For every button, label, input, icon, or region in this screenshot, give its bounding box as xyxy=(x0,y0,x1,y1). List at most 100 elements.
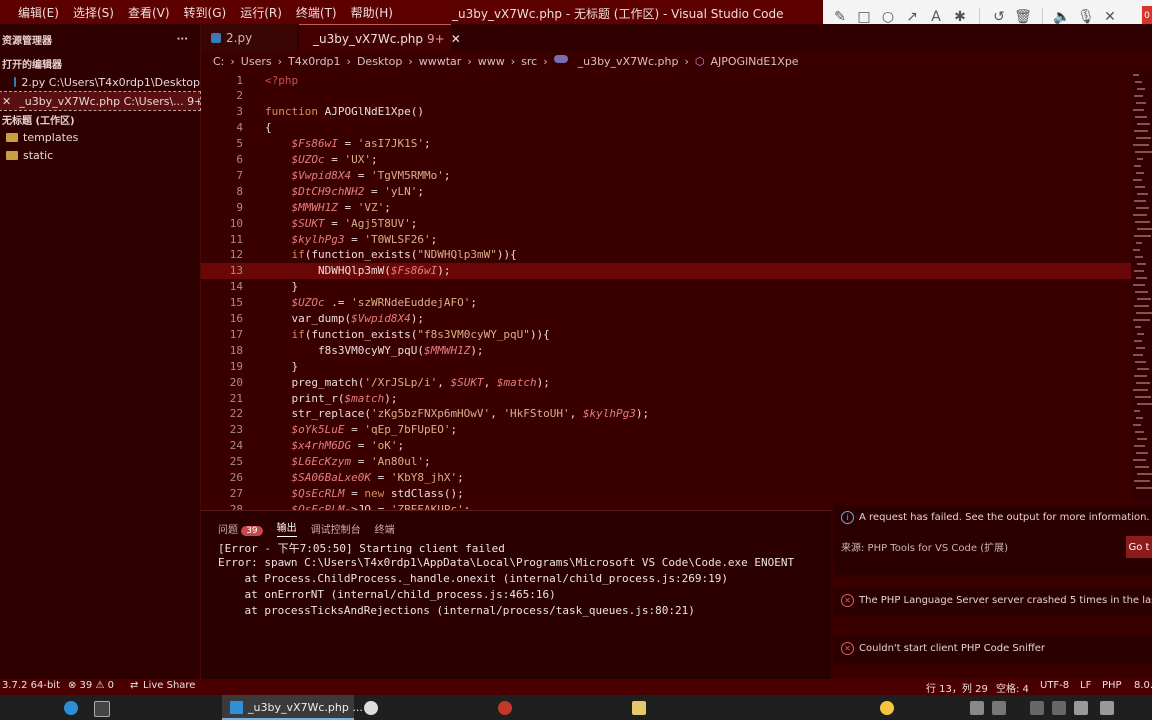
pen-icon[interactable]: ✎ xyxy=(831,8,849,26)
minimap[interactable] xyxy=(1131,72,1152,502)
language-mode[interactable]: PHP xyxy=(1102,680,1122,691)
menu-run[interactable]: 运行(R) xyxy=(240,4,282,21)
code-line[interactable]: 11 $kylhPg3 = 'T0WLSF26'; xyxy=(201,231,1131,247)
breadcrumb-item[interactable]: www xyxy=(478,55,505,68)
open-editor-item[interactable]: 2.py C:\Users\T4x0rdp1\Desktop xyxy=(0,73,200,91)
edge-icon[interactable] xyxy=(64,701,78,715)
tray-icon[interactable] xyxy=(1030,701,1044,715)
code-line[interactable]: 24 $x4rhM6DG = 'oK'; xyxy=(201,438,1131,454)
speaker-icon[interactable]: 🔈 xyxy=(1053,8,1071,26)
tab-2-py[interactable]: 2.py xyxy=(201,24,297,52)
code-line[interactable]: 12 if(function_exists("NDWHQlp3mW")){ xyxy=(201,247,1131,263)
code-line[interactable]: 15 $UZOc .= 'szWRNdeEuddejAFO'; xyxy=(201,295,1131,311)
volume-icon[interactable] xyxy=(1100,701,1114,715)
trash-icon[interactable]: 🗑 xyxy=(1014,8,1032,26)
breadcrumb-item[interactable]: Users xyxy=(241,55,272,68)
code-line[interactable]: 22 str_replace('zKg5bzFNXp6mHOwV', 'HkFS… xyxy=(201,406,1131,422)
terminal-icon[interactable] xyxy=(94,701,110,717)
code-line[interactable]: 8 $DtCH9chNH2 = 'yLN'; xyxy=(201,183,1131,199)
go-to-output-button[interactable]: Go t xyxy=(1126,536,1152,558)
open-editors-header[interactable]: 打开的编辑器 xyxy=(0,54,202,72)
code-line[interactable]: 16 var_dump($Vwpid8X4); xyxy=(201,311,1131,327)
code-line[interactable]: 1 <?php xyxy=(201,72,1131,88)
code-line[interactable]: 19 } xyxy=(201,358,1131,374)
code-line[interactable]: 17 if(function_exists("f8s3VM0cyWY_pqU")… xyxy=(201,326,1131,342)
close-icon[interactable]: ✕ xyxy=(451,32,461,46)
breadcrumb-item[interactable]: C: xyxy=(213,55,224,68)
breadcrumb-item[interactable]: src xyxy=(521,55,537,68)
cursor-position[interactable]: 行 13，列 29 xyxy=(926,680,988,695)
code-line[interactable]: 9 $MMWH1Z = 'VZ'; xyxy=(201,199,1131,215)
python-interpreter[interactable]: 3.7.2 64-bit xyxy=(2,680,60,691)
tab-output[interactable]: 输出 xyxy=(276,519,297,537)
menu-view[interactable]: 查看(V) xyxy=(128,4,170,21)
folder-item[interactable]: templates xyxy=(0,128,200,146)
highlighter-icon[interactable]: ✱ xyxy=(951,8,969,26)
code-line[interactable]: 27 $QsEcRLM = new stdClass(); xyxy=(201,485,1131,501)
menu-goto[interactable]: 转到(G) xyxy=(184,4,227,21)
breadcrumb-item[interactable]: AJPOGlNdE1Xpe xyxy=(710,55,798,68)
file-explorer-icon[interactable] xyxy=(632,701,646,715)
tab-problems[interactable]: 问题 39 xyxy=(218,521,263,536)
minimap-line xyxy=(1134,270,1144,272)
indentation[interactable]: 空格: 4 xyxy=(996,680,1029,695)
tray-icon[interactable] xyxy=(992,701,1006,715)
encoding[interactable]: UTF-8 xyxy=(1040,680,1069,691)
rectangle-icon[interactable]: □ xyxy=(855,8,873,26)
code-line[interactable]: 4{ xyxy=(201,120,1131,136)
workspace-header[interactable]: 无标题 (工作区) xyxy=(0,110,202,128)
microphone-icon[interactable]: 🎙 xyxy=(1077,8,1095,26)
arrow-icon[interactable]: ↗ xyxy=(903,8,921,26)
breadcrumb-item[interactable]: _u3by_vX7Wc.php xyxy=(578,55,679,68)
undo-icon[interactable]: ↺ xyxy=(990,8,1008,26)
tab-debug-console[interactable]: 调试控制台 xyxy=(311,521,361,536)
code-line[interactable]: 13 NDWHQlp3mW($Fs86wI); xyxy=(201,262,1131,279)
code-line[interactable]: 5 $Fs86wI = 'asI7JK1S'; xyxy=(201,136,1131,152)
code-line[interactable]: 25 $L6EcKzym = 'An80ul'; xyxy=(201,454,1131,470)
code-line[interactable]: 7 $Vwpid8X4 = 'TgVM5RMMo'; xyxy=(201,167,1131,183)
tab-terminal[interactable]: 终端 xyxy=(375,521,395,536)
code-line[interactable]: 14 } xyxy=(201,279,1131,295)
close-icon[interactable]: ✕ xyxy=(1101,8,1119,26)
minimap-line xyxy=(1133,389,1148,391)
app-icon[interactable] xyxy=(498,701,512,715)
problems-indicator[interactable]: ⊗ 39 ⚠ 0 xyxy=(68,680,114,691)
code-line[interactable]: 18 f8s3VM0cyWY_pqU($MMWH1Z); xyxy=(201,342,1131,358)
menu-selection[interactable]: 选择(S) xyxy=(73,4,114,21)
tab-php-file[interactable]: _u3by_vX7Wc.php 9+ ✕ xyxy=(299,24,461,52)
chrome-icon[interactable] xyxy=(364,701,378,715)
more-actions-icon[interactable]: ··· xyxy=(177,34,188,45)
circle-icon[interactable]: ○ xyxy=(879,8,897,26)
menu-help[interactable]: 帮助(H) xyxy=(351,4,393,21)
code-line[interactable]: 23 $oYk5LuE = 'qEp_7bFUpEO'; xyxy=(201,422,1131,438)
php-version[interactable]: 8.0. xyxy=(1134,680,1152,691)
menu-terminal[interactable]: 终端(T) xyxy=(296,4,337,21)
code-line[interactable]: 20 preg_match('/XrJSLp/i', $SUKT, $match… xyxy=(201,374,1131,390)
code-line[interactable]: 26 $SA06BaLxe0K = 'KbY8_jhX'; xyxy=(201,470,1131,486)
network-icon[interactable] xyxy=(1074,701,1088,715)
code-editor[interactable]: 1 <?php 2 3 function AJPOGlNdE1Xpe() 4{5 $Fs8… xyxy=(201,72,1131,510)
breadcrumb-item[interactable]: T4x0rdp1 xyxy=(288,55,341,68)
taskbar-vscode-app[interactable]: _u3by_vX7Wc.php ... xyxy=(222,695,363,720)
menu-edit[interactable]: 编辑(E) xyxy=(18,4,59,21)
notification-request-failed[interactable]: i A request has failed. See the output fo… xyxy=(833,505,1152,575)
live-share-icon[interactable]: ⇄ xyxy=(130,680,138,691)
tray-app-icon[interactable] xyxy=(880,701,894,715)
folder-item[interactable]: static xyxy=(0,146,200,164)
code-line[interactable]: 3 function AJPOGlNdE1Xpe() xyxy=(201,104,1131,120)
tray-icon[interactable] xyxy=(1052,701,1066,715)
code-line[interactable]: 21 print_r($match); xyxy=(201,390,1131,406)
code-line[interactable]: 10 $SUKT = 'Agj5T8UV'; xyxy=(201,215,1131,231)
breadcrumb-item[interactable]: Desktop xyxy=(357,55,402,68)
close-icon[interactable]: ✕ xyxy=(2,95,11,108)
live-share-button[interactable]: Live Share xyxy=(143,680,195,691)
notification-server-crashed[interactable]: ✕ The PHP Language Server server crashed … xyxy=(833,588,1152,616)
code-line[interactable]: 6 $UZOc = 'UX'; xyxy=(201,152,1131,168)
breadcrumb-item[interactable]: wwwtar xyxy=(419,55,462,68)
open-editor-item-active[interactable]: ✕ _u3by_vX7Wc.php C:\Users\... 9+ xyxy=(0,91,201,111)
code-line[interactable]: 2 xyxy=(201,88,1131,104)
tray-icon[interactable] xyxy=(970,701,984,715)
text-icon[interactable]: A xyxy=(927,8,945,26)
notification-code-sniffer[interactable]: ✕ Couldn't start client PHP Code Sniffer xyxy=(833,636,1152,664)
line-ending[interactable]: LF xyxy=(1080,680,1091,691)
